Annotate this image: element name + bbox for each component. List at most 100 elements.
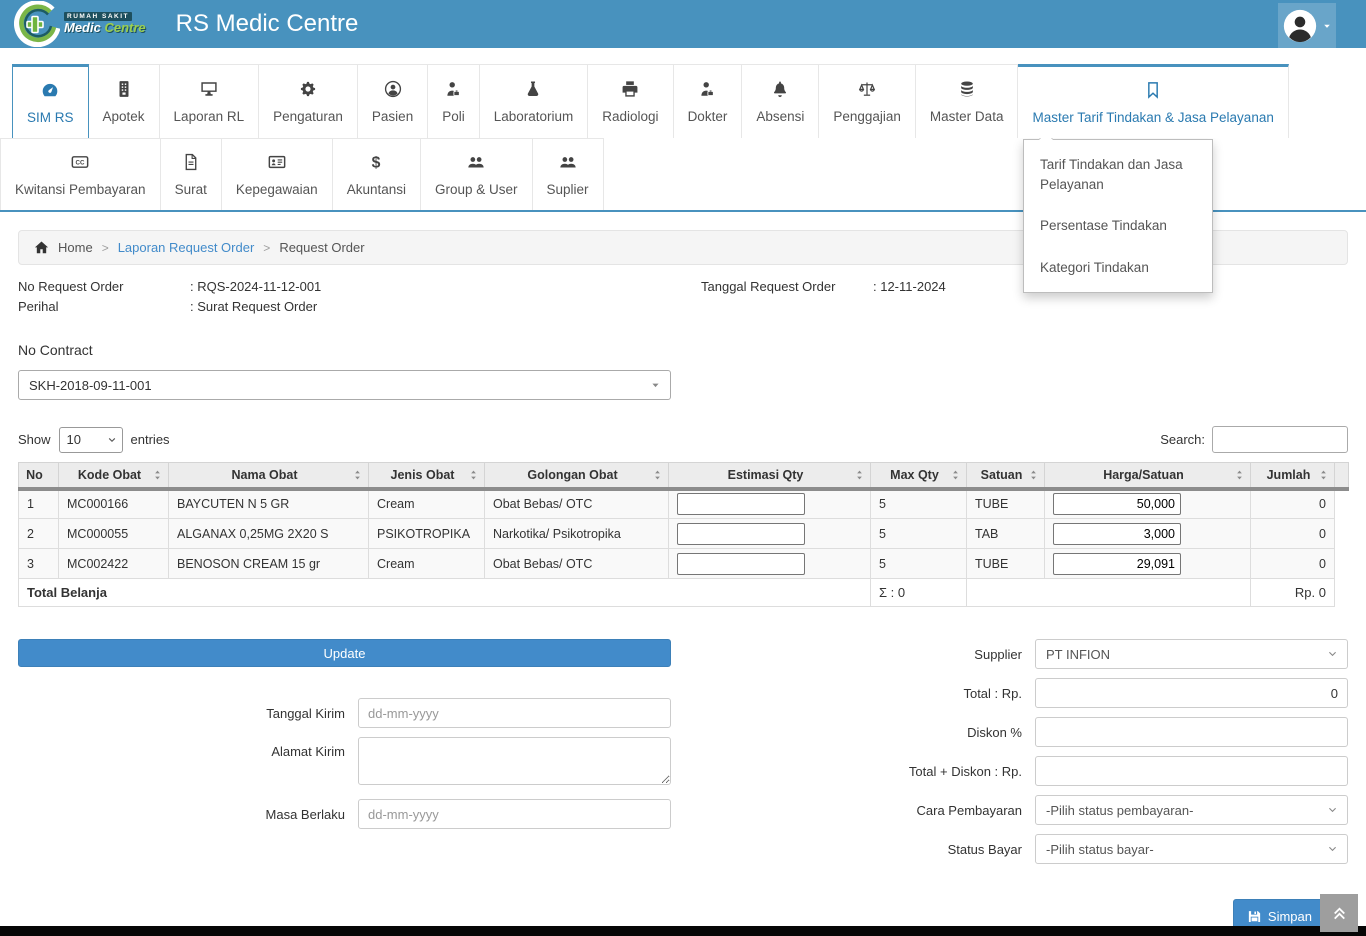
nav-tab-akuntansi[interactable]: $Akuntansi bbox=[333, 138, 421, 210]
estimasi-qty-input[interactable] bbox=[677, 553, 805, 575]
diskon-input[interactable] bbox=[1035, 717, 1348, 747]
nav-tab-label: Pasien bbox=[372, 109, 413, 124]
request-order-table: NoKode ObatNama ObatJenis ObatGolongan O… bbox=[18, 462, 1349, 607]
status-bayar-selected-value: -Pilih status bayar- bbox=[1046, 842, 1154, 857]
nav-tab-surat[interactable]: Surat bbox=[161, 138, 222, 210]
nav-tab-pengaturan[interactable]: Pengaturan bbox=[259, 64, 358, 138]
sort-icon bbox=[1027, 468, 1040, 481]
satuan-cell: TUBE bbox=[967, 549, 1045, 579]
table-footer-row: Total Belanja Σ : 0 Rp. 0 bbox=[19, 579, 1349, 607]
supplier-select[interactable]: PT INFION bbox=[1035, 639, 1348, 669]
tanggal-kirim-input[interactable] bbox=[358, 698, 671, 728]
harga-satuan-cell bbox=[1045, 549, 1251, 579]
no-contract-label: No Contract bbox=[18, 342, 1348, 358]
nav-tab-penggajian[interactable]: Penggajian bbox=[819, 64, 916, 138]
sort-icon bbox=[1317, 468, 1330, 481]
no-cell: 1 bbox=[19, 489, 59, 519]
nav-tab-label: Penggajian bbox=[833, 109, 901, 124]
page-size-select[interactable]: 10 bbox=[59, 427, 123, 453]
chevron-down-icon bbox=[1327, 649, 1338, 660]
masa-berlaku-label: Masa Berlaku bbox=[18, 807, 345, 822]
kode-obat-cell: MC000166 bbox=[59, 489, 169, 519]
form-row: Status Bayar -Pilih status bayar- bbox=[683, 834, 1348, 864]
sort-icon bbox=[853, 468, 866, 481]
nav-tab-dokter[interactable]: Dokter bbox=[674, 64, 743, 138]
nav-tab-sim-rs[interactable]: SIM RS bbox=[12, 64, 89, 138]
nav-tab-label: Absensi bbox=[756, 109, 804, 124]
status-bayar-select[interactable]: -Pilih status bayar- bbox=[1035, 834, 1348, 864]
kode-obat-cell: MC002422 bbox=[59, 549, 169, 579]
col-header-kode-obat[interactable]: Kode Obat bbox=[59, 463, 169, 489]
col-header-max-qty[interactable]: Max Qty bbox=[871, 463, 967, 489]
order-info-row: Perihal : Surat Request Order bbox=[18, 299, 701, 314]
col-header-nama-obat[interactable]: Nama Obat bbox=[169, 463, 369, 489]
nav-tab-group-user[interactable]: Group & User bbox=[421, 138, 533, 210]
nav-tab-master-tarif-tindakan-jasa-pelayanan[interactable]: Master Tarif Tindakan & Jasa Pelayanan bbox=[1018, 64, 1288, 138]
scroll-to-top-button[interactable] bbox=[1320, 894, 1358, 932]
col-header-jumlah[interactable]: Jumlah bbox=[1251, 463, 1335, 489]
harga-satuan-cell bbox=[1045, 519, 1251, 549]
estimasi-qty-input[interactable] bbox=[677, 493, 805, 515]
user-menu-button[interactable] bbox=[1278, 3, 1336, 48]
nav-tab-label: Suplier bbox=[547, 182, 589, 197]
nav-tab-label: Radiologi bbox=[602, 109, 658, 124]
estimasi-qty-cell bbox=[669, 519, 871, 549]
nav-tab-poli[interactable]: Poli bbox=[428, 64, 480, 138]
col-header-satuan[interactable]: Satuan bbox=[967, 463, 1045, 489]
col-header-no: No bbox=[19, 463, 59, 489]
cara-pembayaran-select[interactable]: -Pilih status pembayaran- bbox=[1035, 795, 1348, 825]
col-header-jenis-obat[interactable]: Jenis Obat bbox=[369, 463, 485, 489]
form-row: Total : Rp. bbox=[683, 678, 1348, 708]
sort-icon bbox=[151, 468, 164, 481]
save-row: Simpan bbox=[18, 873, 1348, 934]
masa-berlaku-input[interactable] bbox=[358, 799, 671, 829]
harga-satuan-input[interactable] bbox=[1053, 523, 1181, 545]
no-cell: 3 bbox=[19, 549, 59, 579]
total-rp-label: Total : Rp. bbox=[683, 686, 1022, 701]
estimasi-qty-input[interactable] bbox=[677, 523, 805, 545]
nav-tab-radiologi[interactable]: Radiologi bbox=[588, 64, 673, 138]
harga-satuan-input[interactable] bbox=[1053, 553, 1181, 575]
nav-tab-laboratorium[interactable]: Laboratorium bbox=[480, 64, 589, 138]
no-contract-select[interactable]: SKH-2018-09-11-001 bbox=[18, 370, 671, 400]
table-header-row: NoKode ObatNama ObatJenis ObatGolongan O… bbox=[19, 463, 1349, 489]
dropdown-item-persentase-tindakan[interactable]: Persentase Tindakan bbox=[1024, 205, 1212, 247]
search-input[interactable] bbox=[1212, 426, 1348, 453]
nav-tab-absensi[interactable]: Absensi bbox=[742, 64, 819, 138]
tanggal-kirim-label: Tanggal Kirim bbox=[18, 706, 345, 721]
golongan-obat-cell: Obat Bebas/ OTC bbox=[485, 489, 669, 519]
table-gutter bbox=[1335, 489, 1349, 519]
chevrons-up-icon bbox=[1331, 905, 1348, 922]
col-header-golongan-obat[interactable]: Golongan Obat bbox=[485, 463, 669, 489]
sort-icon bbox=[651, 468, 664, 481]
nav-tab-label: Laporan RL bbox=[174, 109, 245, 124]
col-header-estimasi-qty[interactable]: Estimasi Qty bbox=[669, 463, 871, 489]
nav-tab-pasien[interactable]: Pasien bbox=[358, 64, 428, 138]
nav-tab-laporan-rl[interactable]: Laporan RL bbox=[160, 64, 260, 138]
nav-tab-suplier[interactable]: Suplier bbox=[533, 138, 604, 210]
form-row: Total + Diskon : Rp. bbox=[683, 756, 1348, 786]
svg-text:CC: CC bbox=[76, 159, 85, 166]
harga-satuan-input[interactable] bbox=[1053, 493, 1181, 515]
nav-tab-kwitansi-pembayaran[interactable]: CCKwitansi Pembayaran bbox=[0, 138, 161, 210]
dropdown-item-kategori-tindakan[interactable]: Kategori Tindakan bbox=[1024, 247, 1212, 289]
alamat-kirim-textarea[interactable] bbox=[358, 737, 671, 785]
breadcrumb-laporan-request-order[interactable]: Laporan Request Order bbox=[118, 240, 255, 255]
nav-tab-apotek[interactable]: Apotek bbox=[89, 64, 160, 138]
perihal-label: Perihal bbox=[18, 299, 190, 314]
left-form: Update Tanggal Kirim Alamat Kirim Masa B… bbox=[18, 639, 671, 873]
total-diskon-input[interactable] bbox=[1035, 756, 1348, 786]
dropdown-item-tarif-tindakan-dan-jasa-pelayanan[interactable]: Tarif Tindakan dan Jasa Pelayanan bbox=[1024, 144, 1212, 205]
database-icon bbox=[958, 80, 976, 98]
total-rp-input[interactable] bbox=[1035, 678, 1348, 708]
nav-tab-label: Dokter bbox=[688, 109, 728, 124]
nav-row-1: SIM RSApotek Laporan RL Pengaturan Pasien Po… bbox=[0, 64, 1366, 138]
breadcrumb-home[interactable]: Home bbox=[58, 240, 93, 255]
jenis-obat-cell: Cream bbox=[369, 489, 485, 519]
nav-tab-kepegawaian[interactable]: Kepegawaian bbox=[222, 138, 333, 210]
users-icon bbox=[559, 153, 577, 171]
update-button[interactable]: Update bbox=[18, 639, 671, 667]
form-row: Alamat Kirim bbox=[18, 737, 671, 790]
nav-tab-master-data[interactable]: Master Data bbox=[916, 64, 1019, 138]
col-header-harga-satuan[interactable]: Harga/Satuan bbox=[1045, 463, 1251, 489]
